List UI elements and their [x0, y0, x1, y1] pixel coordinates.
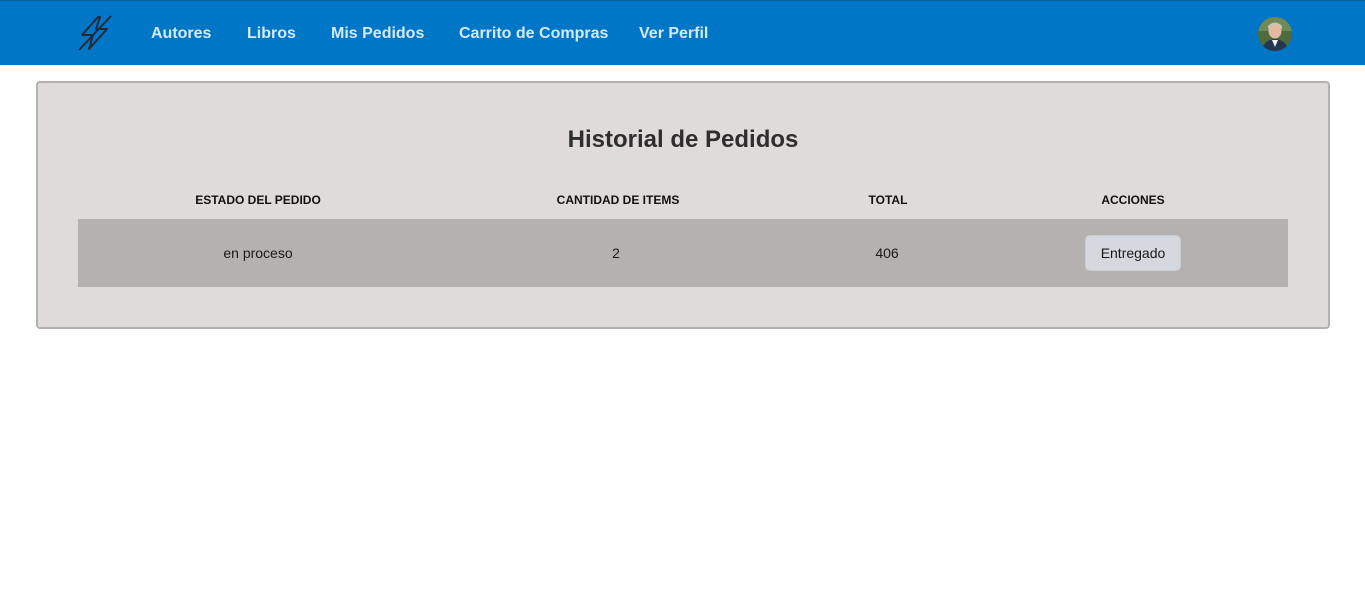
top-navbar: Autores Libros Mis Pedidos Carrito de Co… [0, 0, 1365, 65]
order-items-cell: 2 [612, 245, 620, 261]
page-title: Historial de Pedidos [567, 126, 799, 153]
nav-link-autores[interactable]: Autores [151, 23, 211, 45]
column-header-total: TOTAL [868, 193, 908, 207]
order-status-cell: en proceso [223, 245, 293, 261]
order-total-cell: 406 [875, 245, 899, 261]
mark-delivered-button[interactable]: Entregado [1085, 235, 1181, 271]
lightning-bolt-icon[interactable] [76, 14, 114, 52]
column-header-cantidad: CANTIDAD DE ITEMS [556, 193, 680, 207]
user-avatar-icon [1258, 17, 1292, 51]
column-header-estado: ESTADO DEL PEDIDO [195, 193, 321, 207]
table-row: en proceso 2 406 Entregado [78, 219, 1288, 287]
user-avatar[interactable] [1258, 17, 1292, 51]
nav-link-mis-pedidos[interactable]: Mis Pedidos [331, 23, 424, 45]
nav-link-ver-perfil[interactable]: Ver Perfil [639, 23, 708, 45]
column-header-acciones: ACCIONES [1101, 193, 1165, 207]
order-history-panel: Historial de Pedidos ESTADO DEL PEDIDO C… [36, 81, 1330, 329]
nav-link-libros[interactable]: Libros [247, 23, 296, 45]
nav-link-carrito-de-compras[interactable]: Carrito de Compras [459, 23, 608, 45]
